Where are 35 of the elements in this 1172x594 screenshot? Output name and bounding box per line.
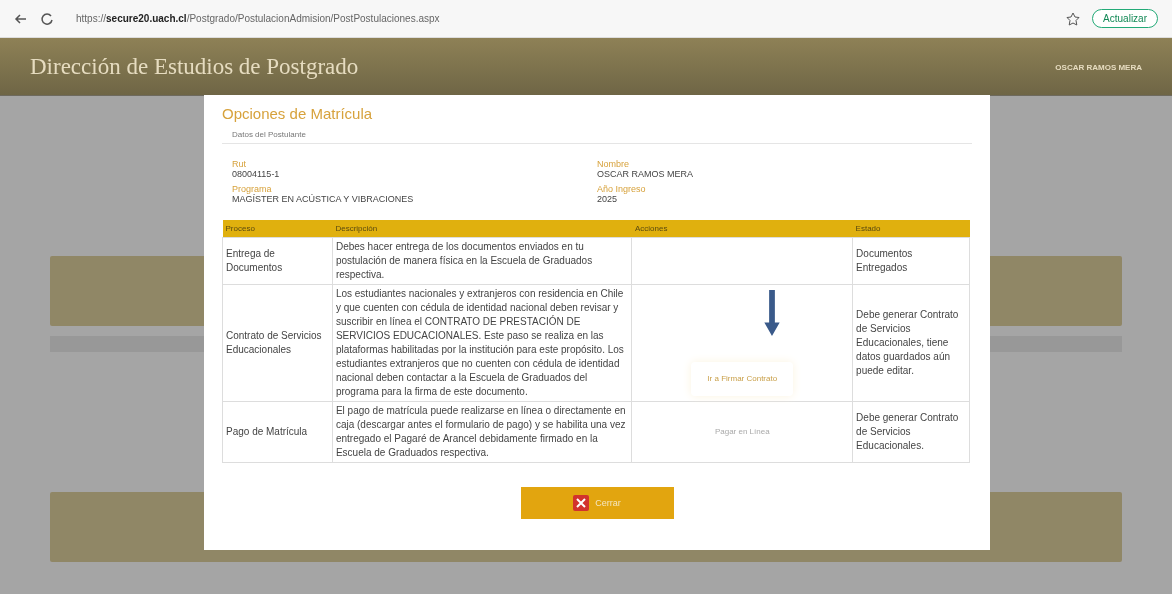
field-value: 08004115-1 [232, 169, 281, 179]
column-header: Acciones [631, 220, 853, 238]
table-cell: Contrato de Servicios Educacionales [222, 284, 333, 402]
back-icon[interactable] [14, 11, 28, 26]
close-icon [573, 494, 590, 511]
column-header: Descripción [332, 220, 632, 238]
table-cell: Pago de Matrícula [222, 401, 333, 463]
field-label: Rut [232, 159, 247, 169]
user-name: OSCAR RAMOS MERA [1055, 62, 1142, 72]
close-button[interactable]: Cerrar [520, 486, 674, 519]
site-title: Dirección de Estudios de Postgrado [30, 54, 359, 80]
table-cell: Los estudiantes nacionales y extranjeros con residencia en Chile y que cuenten con cédula de identidad nacional deben revisar y suscribir en línea el CONTRATO DE PRESTACIÓN DE SERVICIOS EDUCACIONALES. Este paso se realiza en las plataformas habilitadas por la institución para este propósito. Los estudiantes extranjeros que no cuenten con cédula de identidad nacional deben contactar a la Escuela de Graduados del programa para la firma de este documento. [332, 284, 632, 402]
table-cell: Debe generar Contrato de Servicios Educacionales. [852, 401, 970, 463]
column-header: Proceso [222, 220, 333, 238]
update-button[interactable]: Actualizar [1092, 9, 1158, 28]
field-label: Nombre [597, 159, 630, 169]
field-label: Año Ingreso [597, 184, 647, 194]
table-cell: Debe generar Contrato de Servicios Educacionales, tiene datos guardados aún puede editar. [852, 284, 970, 402]
column-header: Estado [852, 220, 970, 238]
section-title: Datos del Postulante [222, 128, 972, 144]
star-icon[interactable] [1066, 11, 1081, 26]
modal-title: Opciones de Matrícula [222, 105, 374, 122]
field-value: 2025 [597, 194, 619, 204]
down-arrow-icon [764, 290, 781, 336]
table-cell: El pago de matrícula puede realizarse en línea o directamente en caja (descargar antes el formulario de pago) y se habilita una vez entregado el Pagaré de Arancel debidamente firmado en la Escuela de Graduados respectiva. [332, 401, 632, 463]
table-cell: Documentos Entregados [852, 237, 970, 285]
table-cell: Debes hacer entrega de los documentos enviados en tu postulación de manera física en la Escuela de Graduados respectiva. [332, 237, 632, 285]
refresh-icon[interactable] [40, 11, 54, 26]
field-label: Programa [232, 184, 273, 194]
action-link[interactable]: Ir a Firmar Contrato [691, 362, 794, 396]
table-cell: Entrega de Documentos [222, 237, 333, 285]
field-value: MAGÍSTER EN ACÚSTICA Y VIBRACIONES [232, 194, 415, 204]
address-bar[interactable]: https://secure20.uach.cl/Postgrado/PostulacionAdmision/PostPostulaciones.aspx [66, 6, 1055, 31]
url-text: https://secure20.uach.cl/Postgrado/PostulacionAdmision/PostPostulaciones.aspx [76, 13, 440, 24]
field-value: OSCAR RAMOS MERA [597, 169, 694, 179]
